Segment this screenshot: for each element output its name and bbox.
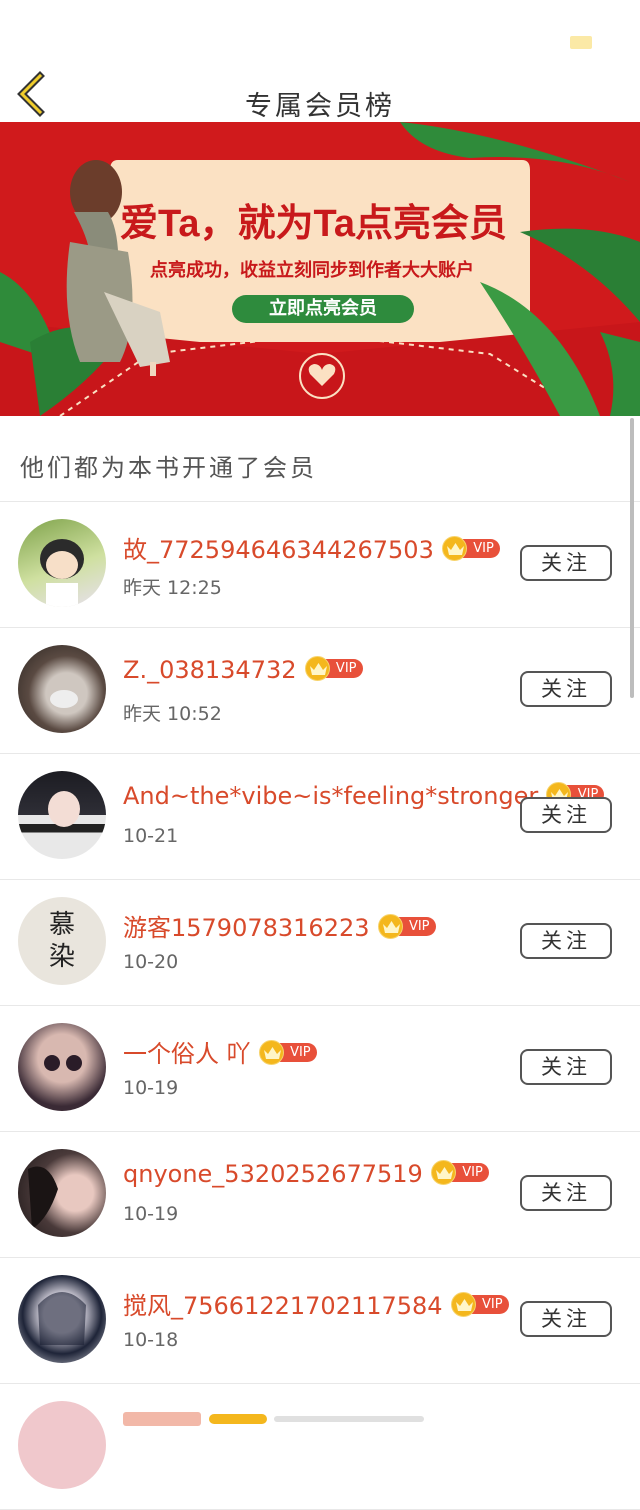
avatar[interactable]: 慕染 bbox=[18, 897, 106, 985]
follow-button[interactable]: 关注 bbox=[520, 923, 612, 959]
member-username[interactable]: qnyone_5320252677519 VIP bbox=[123, 1160, 489, 1188]
member-promo-banner[interactable]: 爱Ta，就为Ta点亮会员 点亮成功，收益立刻同步到作者大大账户 立即点亮会员 bbox=[0, 122, 640, 416]
member-join-time: 10-19 bbox=[123, 1077, 179, 1099]
crown-icon bbox=[377, 914, 403, 939]
banner-headline: 爱Ta，就为Ta点亮会员 bbox=[120, 203, 508, 245]
username-text: Z._038134732 bbox=[123, 656, 297, 684]
username-placeholder bbox=[123, 1412, 201, 1426]
crown-icon bbox=[258, 1040, 284, 1065]
vip-badge bbox=[208, 1414, 267, 1424]
section-title: 他们都为本书开通了会员 bbox=[20, 454, 317, 482]
member-row: qnyone_5320252677519 VIP 10-19 关注 bbox=[0, 1132, 640, 1258]
member-list: 故_772594646344267503 VIP 昨天 12:25 关注 Z._0… bbox=[0, 502, 640, 1510]
username-text: 搅风_75661221702117584 bbox=[123, 1292, 443, 1320]
scrollbar[interactable] bbox=[630, 418, 634, 698]
avatar[interactable] bbox=[18, 1401, 106, 1489]
avatar[interactable] bbox=[18, 771, 106, 859]
avatar[interactable] bbox=[18, 519, 106, 607]
username-placeholder-tail bbox=[274, 1416, 425, 1422]
follow-button[interactable]: 关注 bbox=[520, 1049, 612, 1085]
nav-bar: 专属会员榜 bbox=[0, 70, 640, 122]
status-bar bbox=[0, 0, 640, 70]
battery-icon bbox=[570, 36, 592, 49]
avatar[interactable] bbox=[18, 1149, 106, 1237]
username-text: 一个俗人 吖 bbox=[123, 1040, 251, 1068]
member-username[interactable]: 故_772594646344267503 VIP bbox=[123, 530, 500, 565]
member-join-time: 10-21 bbox=[123, 825, 179, 847]
member-row: 故_772594646344267503 VIP 昨天 12:25 关注 bbox=[0, 502, 640, 628]
member-username[interactable]: 搅风_75661221702117584 VIP bbox=[123, 1286, 509, 1321]
member-join-time: 昨天 10:52 bbox=[123, 703, 222, 725]
username-text: And~the*vibe~is*feeling*stronger bbox=[123, 782, 539, 810]
crown-icon bbox=[430, 1160, 456, 1185]
page-title: 专属会员榜 bbox=[245, 91, 395, 122]
follow-button[interactable]: 关注 bbox=[520, 1301, 612, 1337]
member-row: 一个俗人 吖 VIP 10-19 关注 bbox=[0, 1006, 640, 1132]
member-row: And~the*vibe~is*feeling*stronger VIP 10-2… bbox=[0, 754, 640, 880]
username-text: 故_772594646344267503 bbox=[123, 536, 434, 564]
follow-button[interactable]: 关注 bbox=[520, 545, 612, 581]
crown-icon bbox=[441, 536, 467, 561]
crown-icon bbox=[450, 1292, 476, 1317]
avatar-calligraphy-text: 慕染 bbox=[48, 910, 75, 972]
vip-badge: VIP bbox=[441, 536, 500, 561]
member-username[interactable] bbox=[123, 1404, 425, 1432]
username-text: 游客1579078316223 bbox=[123, 914, 370, 942]
banner-subtitle: 点亮成功，收益立刻同步到作者大大账户 bbox=[150, 260, 474, 281]
member-join-time: 10-20 bbox=[123, 951, 179, 973]
member-join-time: 10-19 bbox=[123, 1203, 179, 1225]
crown-icon bbox=[304, 656, 330, 681]
member-row: 搅风_75661221702117584 VIP 10-18 关注 bbox=[0, 1258, 640, 1384]
vip-badge: VIP bbox=[450, 1292, 509, 1317]
cartoon-avatar-icon bbox=[40, 539, 84, 607]
vip-badge: VIP bbox=[377, 914, 436, 939]
person-avatar-icon bbox=[28, 1166, 58, 1229]
member-username[interactable]: 游客1579078316223 VIP bbox=[123, 908, 436, 943]
vip-badge: VIP bbox=[258, 1040, 317, 1065]
member-join-time: 10-18 bbox=[123, 1329, 179, 1351]
member-username[interactable]: Z._038134732 VIP bbox=[123, 656, 363, 684]
member-row: Z._038134732 VIP 昨天 10:52 关注 bbox=[0, 628, 640, 754]
follow-button[interactable]: 关注 bbox=[520, 1175, 612, 1211]
follow-button[interactable]: 关注 bbox=[520, 671, 612, 707]
avatar[interactable] bbox=[18, 645, 106, 733]
vip-badge: VIP bbox=[430, 1160, 489, 1185]
member-row: 慕染 游客1579078316223 VIP 10-20 关注 bbox=[0, 880, 640, 1006]
member-row bbox=[0, 1384, 640, 1510]
person-avatar-icon bbox=[50, 690, 78, 708]
anime-avatar-icon bbox=[38, 1292, 86, 1345]
section-header: 他们都为本书开通了会员 bbox=[0, 416, 640, 502]
member-username[interactable]: 一个俗人 吖 VIP bbox=[123, 1034, 317, 1069]
member-join-time: 昨天 12:25 bbox=[123, 577, 222, 599]
vip-badge: VIP bbox=[304, 656, 363, 681]
avatar[interactable] bbox=[18, 1023, 106, 1111]
person-avatar-icon bbox=[48, 791, 80, 827]
avatar[interactable] bbox=[18, 1275, 106, 1363]
activate-membership-button[interactable]: 立即点亮会员 bbox=[232, 295, 414, 323]
follow-button[interactable]: 关注 bbox=[520, 797, 612, 833]
doll-avatar-icon bbox=[44, 1055, 82, 1071]
username-text: qnyone_5320252677519 bbox=[123, 1160, 423, 1188]
